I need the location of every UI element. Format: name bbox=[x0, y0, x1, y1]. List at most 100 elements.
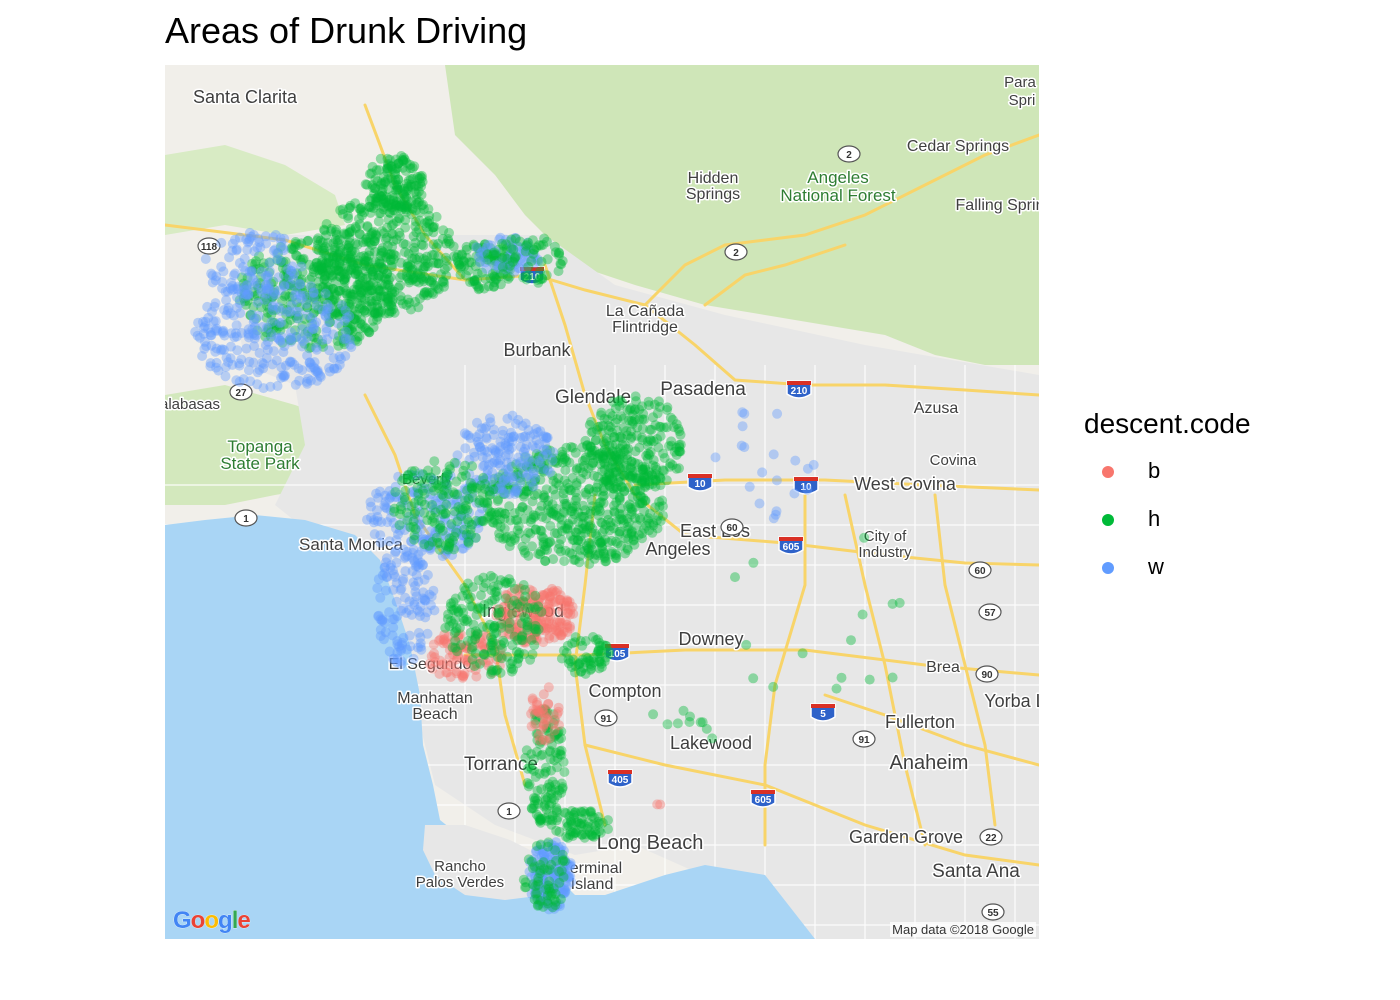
legend-title: descent.code bbox=[1084, 408, 1251, 439]
point-h bbox=[614, 514, 625, 525]
point-w bbox=[211, 362, 222, 373]
point-h bbox=[500, 593, 511, 604]
point-h bbox=[640, 482, 651, 493]
legend-label-w: w bbox=[1148, 554, 1164, 579]
point-h bbox=[435, 504, 446, 515]
point-w bbox=[372, 583, 383, 594]
point-h bbox=[536, 531, 547, 542]
point-h bbox=[622, 430, 633, 441]
point-h bbox=[377, 298, 388, 309]
point-h bbox=[599, 524, 610, 535]
point-h bbox=[515, 601, 525, 612]
point-h bbox=[596, 537, 607, 548]
point-w bbox=[241, 343, 252, 354]
point-h bbox=[520, 752, 531, 763]
point-h bbox=[616, 540, 626, 551]
point-h bbox=[531, 841, 542, 851]
point-h bbox=[453, 257, 464, 268]
point-h bbox=[450, 527, 461, 538]
point-h bbox=[614, 454, 625, 465]
point-h bbox=[639, 414, 649, 425]
point-h bbox=[887, 672, 898, 683]
point-h bbox=[507, 608, 518, 619]
point-w bbox=[275, 255, 286, 266]
point-h bbox=[655, 421, 666, 432]
point-w bbox=[260, 280, 271, 290]
point-w bbox=[502, 413, 513, 424]
point-w bbox=[417, 560, 428, 571]
point-h bbox=[319, 224, 330, 235]
point-w bbox=[802, 463, 813, 474]
point-w bbox=[396, 645, 406, 656]
point-h bbox=[598, 420, 608, 431]
point-h bbox=[586, 829, 597, 840]
point-w bbox=[389, 614, 400, 625]
point-h bbox=[552, 762, 562, 773]
legend-label-h: h bbox=[1148, 506, 1161, 531]
point-h bbox=[836, 672, 847, 683]
point-w bbox=[255, 242, 266, 253]
point-h bbox=[520, 548, 531, 558]
point-h bbox=[597, 817, 608, 828]
point-h bbox=[730, 572, 740, 583]
point-h bbox=[435, 520, 446, 531]
point-h bbox=[349, 262, 360, 273]
point-h bbox=[894, 597, 905, 608]
point-w bbox=[273, 272, 284, 283]
point-w bbox=[232, 302, 242, 313]
point-h bbox=[392, 159, 403, 169]
point-h bbox=[580, 487, 591, 498]
point-h bbox=[442, 261, 453, 272]
point-h bbox=[486, 647, 497, 658]
point-h bbox=[409, 530, 420, 541]
point-h bbox=[748, 673, 759, 684]
point-b bbox=[544, 615, 554, 626]
point-h bbox=[546, 859, 557, 870]
google-logo-letter: o bbox=[204, 907, 219, 935]
point-h bbox=[486, 510, 497, 521]
point-b bbox=[552, 585, 563, 596]
point-w bbox=[772, 408, 783, 419]
point-w bbox=[302, 350, 313, 361]
point-h bbox=[452, 489, 463, 500]
point-h bbox=[364, 327, 375, 338]
point-h bbox=[595, 497, 606, 508]
point-h bbox=[526, 856, 537, 867]
point-w bbox=[541, 433, 552, 444]
point-h bbox=[674, 426, 685, 437]
point-h bbox=[473, 284, 484, 295]
point-w bbox=[322, 303, 333, 314]
point-h bbox=[857, 609, 868, 620]
point-w bbox=[243, 237, 253, 248]
point-h bbox=[644, 525, 654, 536]
point-b bbox=[553, 702, 564, 713]
point-h bbox=[563, 832, 574, 843]
point-h bbox=[553, 247, 564, 258]
point-h bbox=[589, 553, 600, 564]
point-h bbox=[356, 314, 367, 325]
legend-key-w bbox=[1102, 562, 1114, 574]
point-w bbox=[270, 244, 281, 255]
point-h bbox=[415, 171, 426, 182]
point-h bbox=[375, 307, 386, 318]
point-h bbox=[586, 416, 597, 427]
point-w bbox=[252, 297, 263, 308]
point-w bbox=[476, 423, 487, 434]
map-panel[interactable]: Santa Clarita Hidden Springs Angeles Nationa… bbox=[165, 65, 1039, 939]
point-h bbox=[797, 648, 808, 659]
point-w bbox=[243, 329, 254, 340]
point-h bbox=[429, 221, 440, 232]
point-w bbox=[308, 323, 319, 334]
point-h bbox=[536, 750, 547, 761]
legend-key-h bbox=[1102, 514, 1114, 526]
point-h bbox=[433, 284, 444, 295]
legend-item-w: w bbox=[1084, 554, 1344, 602]
point-h bbox=[640, 462, 650, 473]
point-h bbox=[472, 629, 483, 640]
point-h bbox=[535, 546, 546, 557]
point-h bbox=[496, 618, 507, 629]
point-h bbox=[382, 163, 393, 174]
point-h bbox=[401, 204, 411, 215]
point-w bbox=[217, 277, 228, 287]
point-h bbox=[390, 487, 401, 497]
